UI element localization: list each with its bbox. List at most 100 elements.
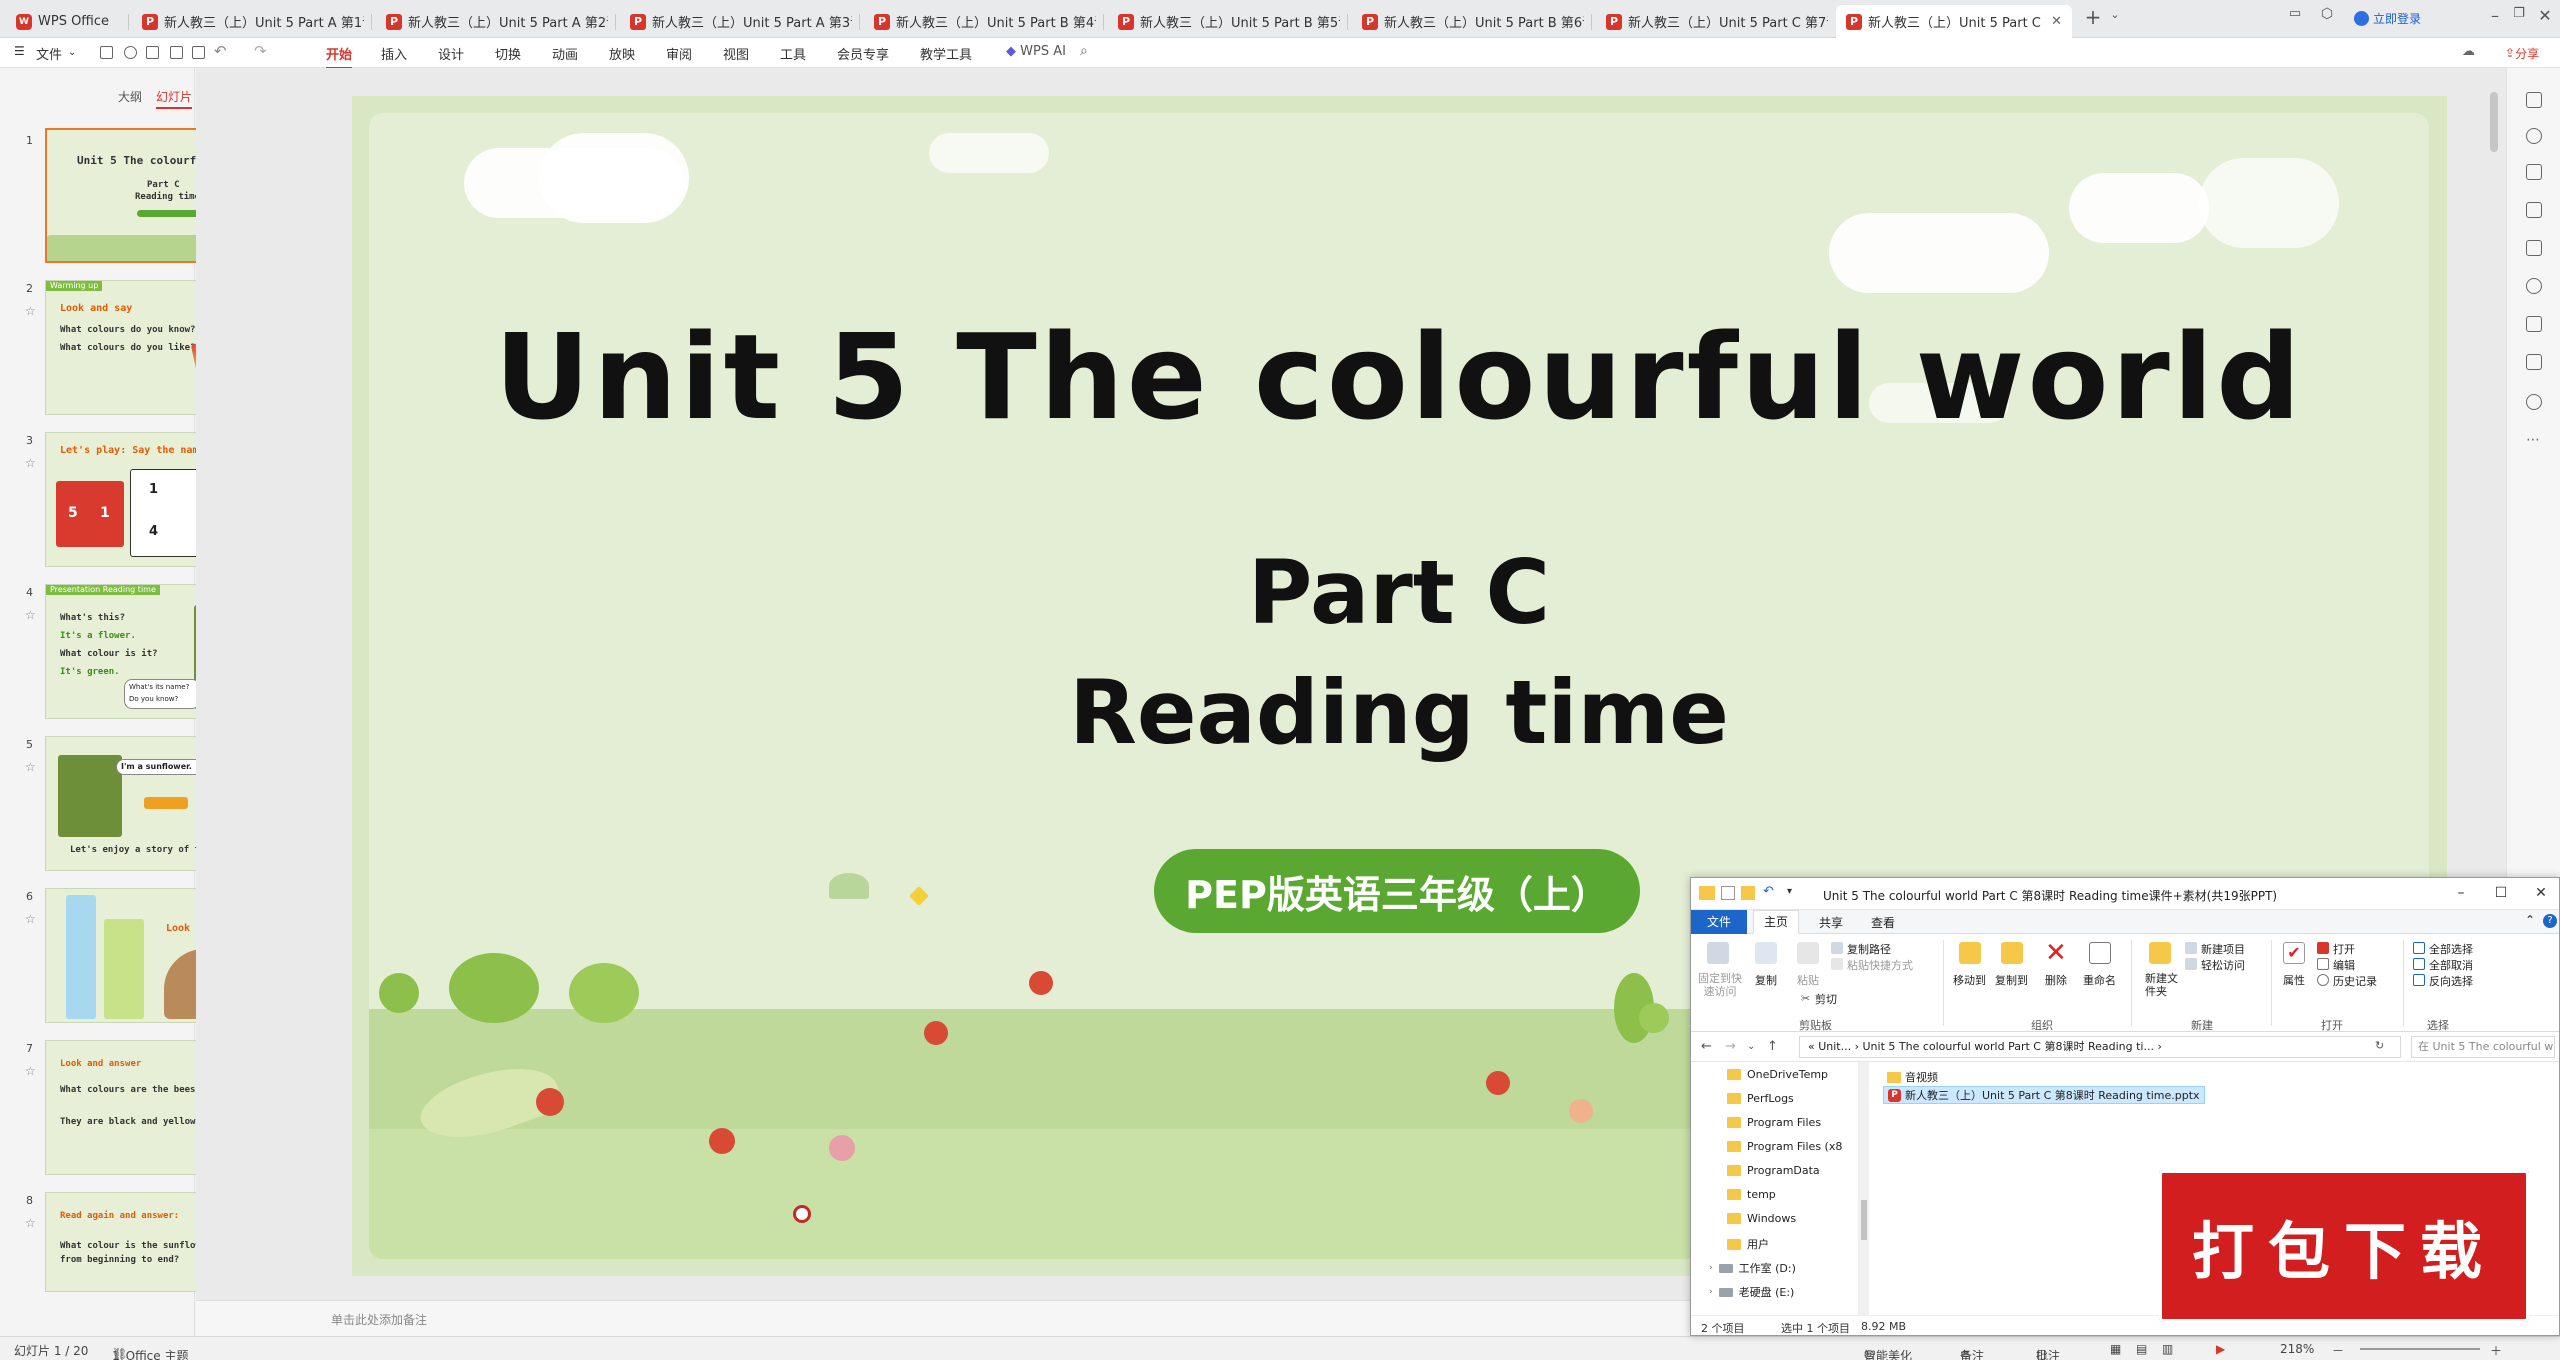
nav-item-drive[interactable]: › 老硬盘 (E:) xyxy=(1709,1284,1794,1300)
window-layout-icon[interactable]: ▭ xyxy=(2282,6,2308,21)
tab-document-6[interactable]: P 新人教三（上）Unit 5 Part B 第6课 xyxy=(1352,5,1584,38)
login-button[interactable]: 立即登录 xyxy=(2354,10,2421,27)
slide-title[interactable]: Unit 5 The colourful world xyxy=(369,308,2429,446)
chevron-up-icon[interactable]: ⌃ xyxy=(2525,913,2535,927)
document-icon[interactable] xyxy=(2526,316,2542,332)
more-icon[interactable]: ⋯ xyxy=(2526,432,2540,448)
edit-icon[interactable] xyxy=(2317,958,2329,970)
copy-to-icon[interactable] xyxy=(2001,942,2023,964)
paste-shortcut-icon[interactable] xyxy=(1831,958,1843,970)
move-to-label[interactable]: 移动到 xyxy=(1953,972,1986,988)
back-icon[interactable]: ← xyxy=(1701,1039,1712,1054)
undo-icon[interactable]: ↶ xyxy=(1763,884,1774,899)
paste-icon[interactable] xyxy=(1797,942,1819,964)
slide-vertical-scrollbar[interactable] xyxy=(2490,92,2498,152)
zoom-slider[interactable] xyxy=(2360,1348,2480,1350)
delete-label[interactable]: 删除 xyxy=(2045,972,2067,988)
tab-document-1[interactable]: P 新人教三（上）Unit 5 Part A 第1课 xyxy=(132,5,364,38)
copy-icon[interactable] xyxy=(2526,202,2542,218)
nav-scrollbar[interactable] xyxy=(1859,1062,1869,1315)
grade-badge[interactable]: PEP版英语三年级（上） xyxy=(1154,849,1640,933)
paste-shortcut-label[interactable]: 粘贴快捷方式 xyxy=(1847,957,1913,973)
zoom-level[interactable]: 218% xyxy=(2280,1342,2314,1356)
tab-document-5[interactable]: P 新人教三（上）Unit 5 Part B 第5课 xyxy=(1108,5,1340,38)
reading-view-icon[interactable]: ▥ xyxy=(2162,1342,2173,1356)
image-icon[interactable] xyxy=(2526,240,2542,256)
copy-label[interactable]: 复制 xyxy=(1755,972,1777,988)
chevron-down-icon[interactable]: ⌄ xyxy=(1747,1041,1755,1052)
menu-item-design[interactable]: 设计 xyxy=(438,44,464,63)
close-icon[interactable]: ✕ xyxy=(2051,14,2062,29)
address-input[interactable]: « Unit... › Unit 5 The colourful world P… xyxy=(1799,1036,2401,1058)
star-icon[interactable]: ☆ xyxy=(25,456,36,470)
delete-icon[interactable]: ✕ xyxy=(2045,938,2067,968)
move-to-icon[interactable] xyxy=(1959,942,1981,964)
open-icon[interactable] xyxy=(2317,942,2329,954)
slide-subtitle-part[interactable]: Part C xyxy=(369,541,2429,644)
nav-item[interactable]: Program Files (x8 xyxy=(1727,1140,1842,1153)
grid-view-icon[interactable]: ▤ xyxy=(2136,1342,2147,1356)
menu-file[interactable]: 文件 xyxy=(36,44,62,63)
print-preview-icon[interactable] xyxy=(192,46,205,59)
file-item-folder[interactable]: 音视频 xyxy=(1883,1068,1942,1086)
select-all-icon[interactable] xyxy=(2413,942,2425,954)
menu-item-tools[interactable]: 工具 xyxy=(780,44,806,63)
zoom-out-icon[interactable]: － xyxy=(2332,1342,2344,1359)
minimize-icon[interactable]: – xyxy=(2451,885,2471,901)
nav-item[interactable]: ProgramData xyxy=(1727,1164,1820,1177)
open-label[interactable]: 打开 xyxy=(2333,941,2355,957)
star-icon[interactable]: ☆ xyxy=(25,912,36,926)
rename-label[interactable]: 重命名 xyxy=(2083,972,2116,988)
chevron-down-icon[interactable]: ⌄ xyxy=(2102,8,2128,21)
print-icon[interactable] xyxy=(170,46,183,59)
ribbon-tab-view[interactable]: 查看 xyxy=(1871,914,1895,931)
chevron-down-icon[interactable]: ▾ xyxy=(1787,886,1792,897)
menu-item-teaching-tools[interactable]: 教学工具 xyxy=(920,44,972,63)
menu-item-insert[interactable]: 插入 xyxy=(381,44,407,63)
star-icon[interactable]: ☆ xyxy=(25,760,36,774)
file-item-pptx[interactable]: P 新人教三（上）Unit 5 Part C 第8课时 Reading time.… xyxy=(1883,1086,2205,1104)
cube-icon[interactable]: ⬡ xyxy=(2314,6,2340,22)
copy-path-icon[interactable] xyxy=(1831,942,1843,954)
scissors-icon[interactable]: ✂ xyxy=(1801,992,1813,1005)
nav-item[interactable]: 用户 xyxy=(1727,1236,1769,1252)
new-folder-icon[interactable] xyxy=(1741,886,1755,900)
download-package-banner[interactable]: 打包下载 xyxy=(2159,1170,2529,1322)
maximize-icon[interactable]: ☐ xyxy=(2491,885,2511,901)
properties-label[interactable]: 属性 xyxy=(2283,972,2305,988)
play-icon[interactable]: ▶ xyxy=(2216,1342,2225,1356)
invert-selection-label[interactable]: 反向选择 xyxy=(2429,973,2473,989)
select-none-label[interactable]: 全部取消 xyxy=(2429,957,2473,973)
explorer-search-input[interactable]: 在 Unit 5 The colourful world Pa... xyxy=(2411,1036,2555,1058)
pin-icon[interactable] xyxy=(1707,942,1729,964)
rename-icon[interactable] xyxy=(2089,942,2111,964)
paste-label[interactable]: 粘贴 xyxy=(1797,972,1819,988)
slider-icon[interactable] xyxy=(2526,128,2542,144)
close-window-icon[interactable]: ✕ xyxy=(2532,6,2558,25)
tools-icon[interactable] xyxy=(2526,278,2542,294)
brush-icon[interactable] xyxy=(124,46,137,59)
invert-selection-icon[interactable] xyxy=(2413,974,2425,986)
star-icon[interactable]: ☆ xyxy=(25,1216,36,1230)
tab-outline[interactable]: 大纲 xyxy=(118,88,142,105)
tab-slides[interactable]: 幻灯片 xyxy=(156,88,193,109)
tab-document-7[interactable]: P 新人教三（上）Unit 5 Part C 第7课 xyxy=(1596,5,1828,38)
tab-document-2[interactable]: P 新人教三（上）Unit 5 Part A 第2课 xyxy=(376,5,608,38)
ribbon-tab-share[interactable]: 共享 xyxy=(1819,914,1843,931)
properties-icon[interactable]: ✔ xyxy=(2283,942,2305,964)
tab-document-3[interactable]: P 新人教三（上）Unit 5 Part A 第3课 xyxy=(620,5,852,38)
easy-access-label[interactable]: 轻松访问 xyxy=(2201,957,2245,973)
menu-item-home[interactable]: 开始 xyxy=(326,44,353,69)
minimize-icon[interactable]: – xyxy=(2482,6,2508,25)
nav-item[interactable]: Windows xyxy=(1727,1212,1796,1225)
ribbon-tab-home[interactable]: 主页 xyxy=(1753,910,1800,935)
copy-icon[interactable] xyxy=(1755,942,1777,964)
copy-to-label[interactable]: 复制到 xyxy=(1995,972,2028,988)
select-none-icon[interactable] xyxy=(2413,958,2425,970)
save-icon[interactable] xyxy=(100,46,113,59)
slide-subtitle-reading[interactable]: Reading time xyxy=(369,661,2429,764)
history-label[interactable]: 历史记录 xyxy=(2333,973,2377,989)
help-icon[interactable] xyxy=(2526,394,2542,410)
menu-item-slideshow[interactable]: 放映 xyxy=(609,44,635,63)
tab-wps-office[interactable]: W WPS Office xyxy=(6,5,124,38)
